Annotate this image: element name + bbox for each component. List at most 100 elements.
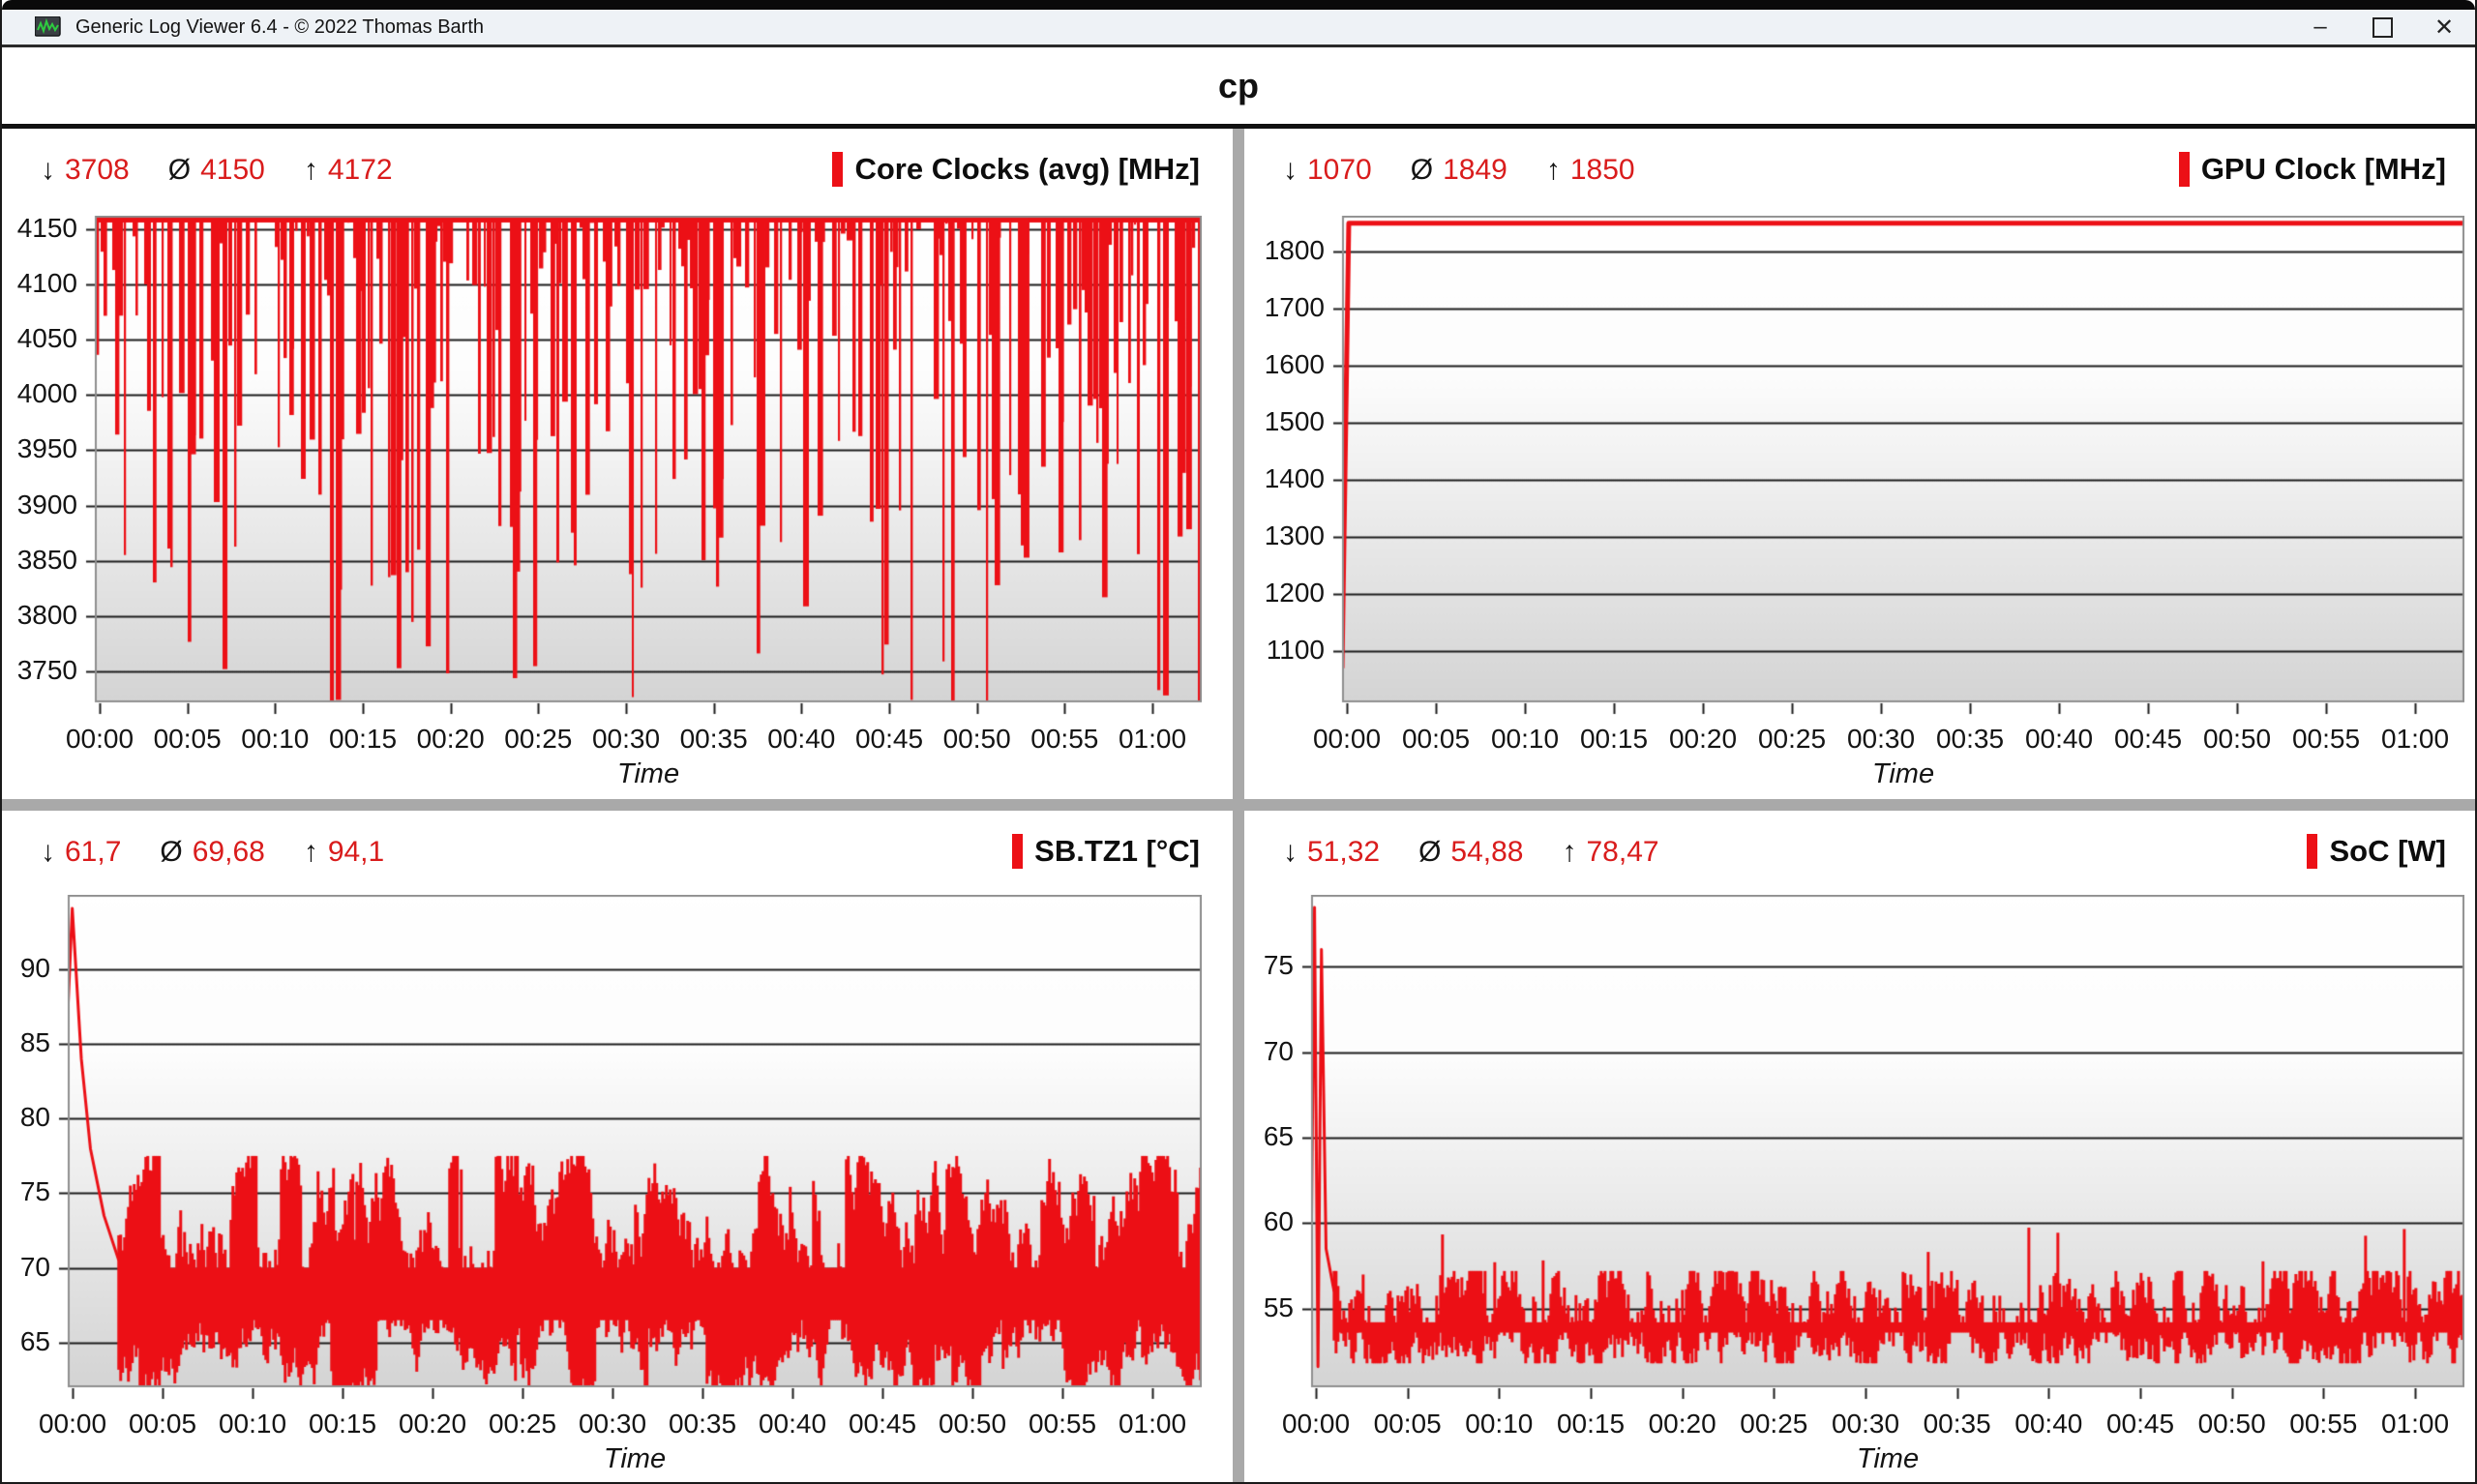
maximize-button[interactable] — [2351, 10, 2413, 45]
y-axis-tick-label: 3950 — [0, 433, 77, 464]
window-title: Generic Log Viewer 6.4 - © 2022 Thomas B… — [75, 16, 484, 39]
y-axis-tick-label: 1200 — [1234, 578, 1325, 608]
x-axis-tick-label: 00:35 — [1909, 1409, 2006, 1439]
y-axis-tick-label: 1700 — [1234, 292, 1325, 323]
stat-max-value: 1850 — [1570, 154, 1635, 187]
x-axis-tick-label: 00:00 — [1298, 724, 1395, 755]
y-axis-tick-label: 4100 — [0, 268, 77, 299]
x-axis-tick-label: 00:50 — [2184, 1409, 2281, 1439]
y-axis-tick-label: 55 — [1203, 1292, 1294, 1323]
x-axis-tick-label: 00:15 — [1566, 724, 1662, 755]
y-axis-tick-label: 75 — [0, 1176, 50, 1207]
max-arrow-icon: ↑ — [304, 836, 318, 869]
y-axis-tick-label: 4000 — [0, 378, 77, 409]
avg-symbol-icon: Ø — [1418, 836, 1441, 869]
x-axis-title: Time — [577, 1443, 693, 1475]
stat-max-value: 4172 — [328, 154, 393, 187]
x-axis-tick-label: 00:20 — [1655, 724, 1751, 755]
log-viewer-waveform-icon — [35, 16, 62, 38]
stat-min: ↓61,7 — [41, 836, 121, 869]
x-axis-tick-label: 00:00 — [24, 1409, 121, 1439]
avg-symbol-icon: Ø — [1411, 154, 1433, 187]
stat-max-value: 78,47 — [1587, 836, 1659, 869]
x-axis-tick-label: 00:50 — [929, 724, 1026, 755]
x-axis-tick-label: 00:10 — [1450, 1409, 1547, 1439]
x-axis-tick-label: 00:05 — [114, 1409, 211, 1439]
x-axis-tick-label: 00:40 — [2011, 724, 2107, 755]
x-axis-tick-label: 00:45 — [841, 724, 938, 755]
chart-grid: ↓3708 Ø4150 ↑4172 Core Clocks (avg) [MHz… — [2, 129, 2477, 1484]
legend-label: Core Clocks (avg) [MHz] — [854, 152, 1200, 187]
x-axis-tick-label: 00:45 — [834, 1409, 931, 1439]
legend-label: SB.TZ1 [°C] — [1034, 834, 1200, 869]
plot-area-gpu-clock[interactable] — [1330, 216, 2464, 716]
stat-max: ↑78,47 — [1563, 836, 1659, 869]
x-axis-tick-label: 00:05 — [1388, 724, 1484, 755]
plot-area-core-clocks[interactable] — [83, 216, 1202, 716]
stat-max: ↑4172 — [304, 154, 393, 187]
y-axis-tick-label: 90 — [0, 953, 50, 984]
legend-color-bar — [1012, 834, 1023, 869]
x-axis-tick-label: 00:15 — [1542, 1409, 1639, 1439]
y-axis-tick-label: 3800 — [0, 600, 77, 631]
x-axis-tick-label: 00:20 — [1634, 1409, 1731, 1439]
x-axis-tick-label: 00:40 — [744, 1409, 841, 1439]
y-axis-tick-label: 85 — [0, 1027, 50, 1058]
x-axis-tick-label: 00:30 — [1833, 724, 1929, 755]
titlebar[interactable]: Generic Log Viewer 6.4 - © 2022 Thomas B… — [2, 10, 2475, 45]
x-axis-tick-label: 00:10 — [204, 1409, 301, 1439]
y-axis-tick-label: 75 — [1203, 950, 1294, 981]
y-axis-tick-label: 65 — [1203, 1121, 1294, 1152]
x-axis-tick-label: 00:35 — [1922, 724, 2018, 755]
x-axis-tick-label: 00:35 — [654, 1409, 751, 1439]
x-axis-tick-label: 00:15 — [314, 724, 411, 755]
stat-max: ↑ 1850 — [1546, 154, 1635, 187]
minimize-button[interactable]: – — [2289, 10, 2351, 45]
stat-avg-value: 4150 — [200, 154, 265, 187]
y-axis-tick-label: 1300 — [1234, 520, 1325, 551]
legend-label: GPU Clock [MHz] — [2201, 152, 2446, 187]
legend-color-bar — [2307, 834, 2317, 869]
y-axis-tick-label: 1500 — [1234, 406, 1325, 437]
stat-avg-value: 1849 — [1443, 154, 1507, 187]
min-arrow-icon: ↓ — [41, 154, 55, 187]
x-axis-tick-label: 00:55 — [2275, 1409, 2372, 1439]
plot-area-sb-tz1-temp[interactable] — [56, 895, 1202, 1401]
x-axis-tick-label: 00:50 — [2189, 724, 2285, 755]
y-axis-tick-label: 1800 — [1234, 235, 1325, 266]
y-axis-tick-label: 60 — [1203, 1206, 1294, 1237]
window-controls: – ✕ — [2289, 10, 2475, 45]
stats-row: ↓51,32 Ø54,88 ↑78,47 — [1283, 836, 1659, 869]
x-axis-tick-label: 00:30 — [564, 1409, 661, 1439]
x-axis-tick-label: 00:20 — [403, 724, 499, 755]
x-axis-tick-label: 00:35 — [666, 724, 762, 755]
legend-color-bar — [832, 152, 843, 187]
stat-min-value: 51,32 — [1307, 836, 1380, 869]
max-arrow-icon: ↑ — [1546, 154, 1561, 187]
chart-panel-core-clocks: ↓3708 Ø4150 ↑4172 Core Clocks (avg) [MHz… — [2, 129, 1233, 799]
page-header: cp — [2, 47, 2475, 124]
y-axis-tick-label: 65 — [0, 1326, 50, 1357]
stats-row: ↓1070 Ø1849 ↑1850 — [1283, 154, 1635, 187]
plot-area-soc-power[interactable] — [1299, 895, 2464, 1401]
x-axis-title: Time — [1845, 758, 1961, 790]
x-axis-tick-label: 01:00 — [2367, 1409, 2463, 1439]
x-axis-tick-label: 00:45 — [2100, 724, 2196, 755]
min-arrow-icon: ↓ — [41, 836, 55, 869]
x-axis-tick-label: 00:15 — [294, 1409, 391, 1439]
x-axis-tick-label: 00:50 — [924, 1409, 1021, 1439]
y-axis-tick-label: 1600 — [1234, 349, 1325, 380]
stat-max-value: 94,1 — [328, 836, 384, 869]
close-button[interactable]: ✕ — [2413, 10, 2475, 45]
avg-symbol-icon: Ø — [160, 836, 182, 869]
min-arrow-icon: ↓ — [1283, 154, 1298, 187]
series-legend: SB.TZ1 [°C] — [1012, 834, 1200, 869]
y-axis-tick-label: 1400 — [1234, 463, 1325, 494]
stat-avg: Ø 1849 — [1411, 154, 1507, 187]
x-axis-tick-label: 00:55 — [1014, 1409, 1111, 1439]
window-top-border — [2, 0, 2475, 10]
stat-avg: Ø54,88 — [1418, 836, 1523, 869]
legend-label: SoC [W] — [2329, 834, 2446, 869]
x-axis-tick-label: 00:40 — [753, 724, 850, 755]
y-axis-tick-label: 4050 — [0, 323, 77, 354]
